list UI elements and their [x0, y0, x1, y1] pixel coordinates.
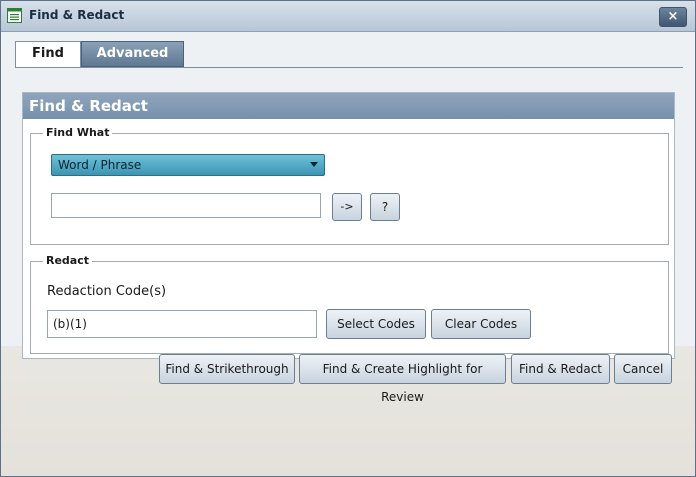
find-strikethrough-button[interactable]: Find & Strikethrough: [159, 354, 295, 384]
close-button[interactable]: ×: [659, 7, 687, 27]
cancel-button[interactable]: Cancel: [614, 354, 672, 384]
window-title: Find & Redact: [29, 8, 125, 22]
redact-legend: Redact: [43, 254, 93, 267]
search-input[interactable]: [51, 193, 321, 218]
tab-advanced[interactable]: Advanced: [81, 41, 184, 67]
panel-title: Find & Redact: [23, 93, 674, 119]
tab-find[interactable]: Find: [15, 41, 81, 68]
close-icon: ×: [667, 9, 679, 24]
redaction-codes-label: Redaction Code(s): [47, 284, 167, 299]
search-type-dropdown[interactable]: Word / Phrase: [51, 154, 325, 176]
chevron-down-icon: [310, 162, 318, 167]
add-term-button[interactable]: ->: [332, 193, 362, 221]
dropdown-selected-value: Word / Phrase: [58, 158, 142, 172]
find-highlight-button[interactable]: Find & Create Highlight for Review: [299, 354, 506, 404]
tab-divider: [15, 67, 683, 68]
clear-codes-button[interactable]: Clear Codes: [431, 309, 531, 339]
find-redact-button[interactable]: Find & Redact: [511, 354, 610, 384]
find-redact-panel: Find & Redact Find What Word / Phrase ->…: [22, 92, 675, 359]
redaction-codes-field[interactable]: (b)(1): [47, 310, 317, 338]
select-codes-button[interactable]: Select Codes: [326, 309, 426, 339]
redact-group: Redact Redaction Code(s) (b)(1) Select C…: [30, 254, 669, 354]
list-window-icon: [7, 8, 22, 23]
find-redact-dialog: Find & Redact × Find Advanced Find & Red…: [0, 0, 696, 477]
title-bar[interactable]: Find & Redact ×: [1, 1, 695, 32]
find-what-group: Find What Word / Phrase -> ?: [30, 126, 669, 245]
help-button[interactable]: ?: [370, 193, 400, 221]
find-what-legend: Find What: [43, 126, 113, 139]
